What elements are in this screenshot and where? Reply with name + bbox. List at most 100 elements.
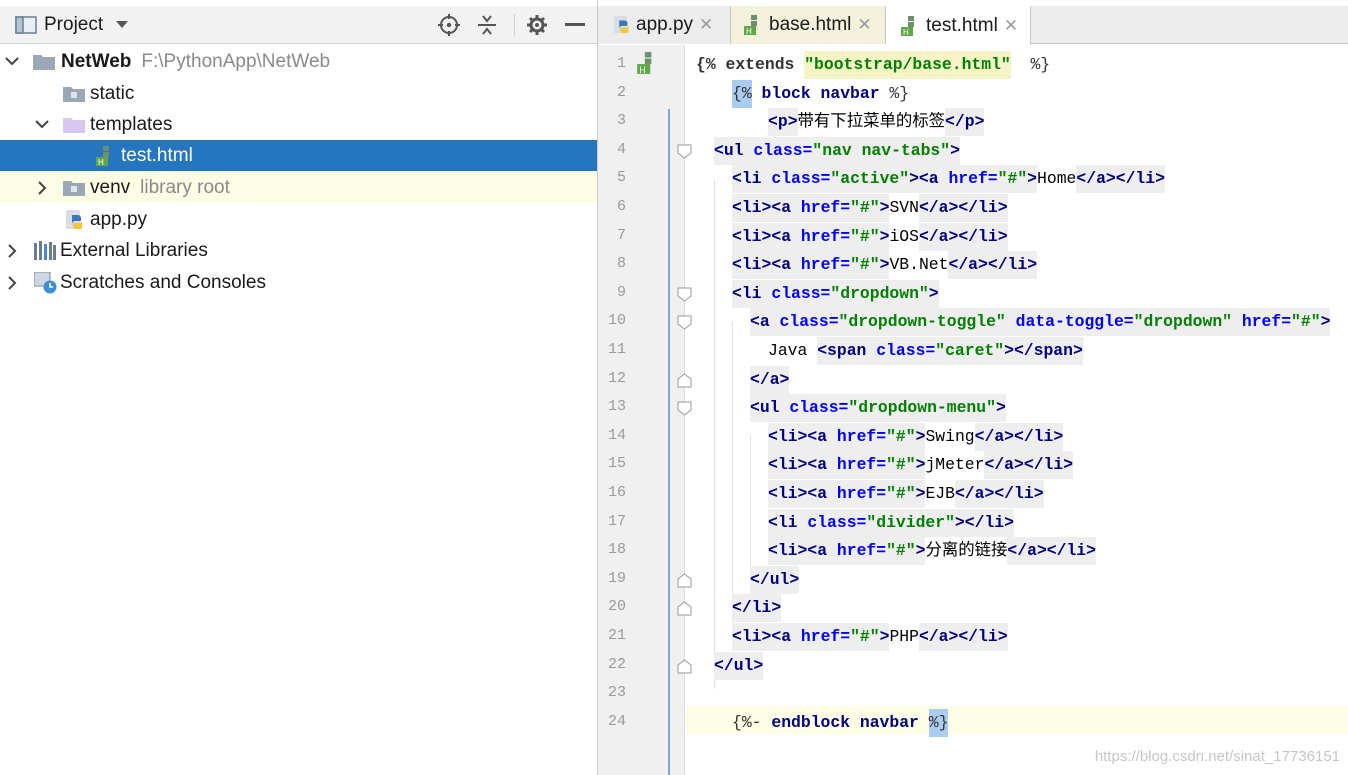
code-token: ></ xyxy=(954,508,985,537)
close-icon[interactable]: ✕ xyxy=(699,15,713,35)
chevron-right-icon[interactable] xyxy=(5,275,19,290)
dropdown-arrow-icon[interactable] xyxy=(112,6,132,44)
code-token: < xyxy=(768,537,778,566)
code-line[interactable]: <ul class="nav nav-tabs"> xyxy=(714,136,960,165)
tree-item-static[interactable]: static xyxy=(0,78,597,109)
code-token: href= xyxy=(827,451,887,480)
tree-item-netweb[interactable]: NetWeb F:\PythonApp\NetWeb xyxy=(0,46,597,77)
code-token: >< xyxy=(797,451,818,480)
code-token: li xyxy=(751,594,772,623)
scratches-icon xyxy=(34,271,58,294)
tab-base-html[interactable]: H base.html ✕ xyxy=(731,6,886,44)
code-line[interactable]: <li><a href="#">SVN</a></li> xyxy=(732,194,1008,222)
code-token: class= xyxy=(797,508,867,537)
code-line[interactable]: <li><a href="#">iOS</a></li> xyxy=(732,222,1008,251)
tree-item-venv[interactable]: venv library root xyxy=(0,172,597,203)
line-number: 12 xyxy=(607,369,626,387)
code-token: a xyxy=(769,365,780,394)
tab-test-html[interactable]: H test.html ✕ xyxy=(886,6,1031,45)
code-line[interactable]: <li><a href="#">分离的链接</a></li> xyxy=(768,537,1096,566)
code-line[interactable]: <li class="active"><a href="#">Home</a><… xyxy=(732,165,1165,194)
project-view-title[interactable]: Project xyxy=(44,6,103,44)
code-token: ></ xyxy=(1004,422,1034,451)
tab-label: test.html xyxy=(926,14,998,36)
code-line[interactable]: {% extends "bootstrap/base.html" %} xyxy=(696,51,1050,79)
code-token: href= xyxy=(791,623,851,651)
python-file-icon xyxy=(64,209,86,231)
tree-item-label: static xyxy=(90,82,135,104)
line-number-gutter[interactable]: H 1 2 3 4 5 6 7 8 9 10 11 12 13 14 15 16 17 18 19 20 21 22 23 2… xyxy=(598,45,692,775)
code-token: class= xyxy=(761,279,831,308)
code-line[interactable]: <li><a href="#">jMeter</a></li> xyxy=(768,451,1074,480)
code-token: href= xyxy=(791,251,851,280)
line-number: 23 xyxy=(607,684,626,702)
code-line[interactable]: </li> xyxy=(732,594,782,623)
code-token: < xyxy=(750,394,760,423)
code-line[interactable]: <li class="dropdown"> xyxy=(732,279,939,308)
code-token: > xyxy=(1063,451,1074,480)
code-line[interactable]: <li><a href="#">Swing</a></li> xyxy=(768,422,1064,451)
code-token: ></ xyxy=(948,623,979,651)
code-line[interactable]: {% block navbar %} xyxy=(732,79,909,108)
code-line[interactable]: </ul> xyxy=(750,565,800,594)
code-line[interactable]: <li class="divider"></li> xyxy=(768,508,1014,537)
tree-item-external-libraries[interactable]: External Libraries xyxy=(0,235,597,266)
tab-label: app.py xyxy=(636,14,694,35)
chevron-right-icon[interactable] xyxy=(35,180,49,195)
line-number: 14 xyxy=(607,426,626,444)
code-area[interactable]: {% extends "bootstrap/base.html" %} {% bl… xyxy=(686,45,1348,775)
code-line[interactable]: <a class="dropdown-toggle" data-toggle="… xyxy=(750,308,1331,337)
code-token: < xyxy=(768,108,778,137)
toolbar-separator xyxy=(514,14,515,36)
code-token: 分离的链接 xyxy=(925,541,1008,561)
code-token: > xyxy=(879,222,890,251)
code-line[interactable]: <li><a href="#">VB.Net</a></li> xyxy=(732,251,1038,280)
code-line[interactable]: </ul> xyxy=(714,651,764,680)
code-token: < xyxy=(768,451,778,480)
line-number: 9 xyxy=(616,283,626,301)
code-token: href= xyxy=(1232,308,1292,337)
code-token: VB.Net xyxy=(889,255,949,275)
close-icon[interactable]: ✕ xyxy=(857,15,871,35)
code-token: class= xyxy=(779,394,849,423)
code-token: "active" xyxy=(830,165,910,194)
hide-panel-icon[interactable] xyxy=(562,6,588,44)
gear-icon[interactable] xyxy=(524,6,550,44)
code-line[interactable]: <p>带有下拉菜单的标签</p> xyxy=(768,108,985,137)
line-number: 22 xyxy=(607,655,626,673)
chevron-down-icon[interactable] xyxy=(5,55,19,69)
code-line[interactable]: Java <span class="caret"></span> xyxy=(768,337,1083,365)
code-line[interactable]: </a> xyxy=(750,365,790,394)
chevron-right-icon[interactable] xyxy=(5,243,19,258)
code-token: ul xyxy=(759,394,780,423)
code-token: > xyxy=(995,394,1006,423)
code-token: li xyxy=(777,451,798,480)
code-token: "dropdown" xyxy=(830,279,929,308)
tree-item-test-html[interactable]: H test.html xyxy=(0,140,597,171)
code-token: href= xyxy=(827,480,887,508)
chevron-down-icon[interactable] xyxy=(35,118,49,132)
line-number: 10 xyxy=(607,312,626,330)
tree-item-label: Scratches and Consoles xyxy=(60,271,266,293)
indent-guide xyxy=(714,179,715,689)
close-icon[interactable]: ✕ xyxy=(1004,16,1018,36)
locate-file-icon[interactable] xyxy=(436,6,462,44)
watermark: https://blog.csdn.net/sinat_17736151 xyxy=(1094,748,1340,765)
folder-icon xyxy=(33,53,55,70)
tab-app-py[interactable]: app.py ✕ xyxy=(598,6,731,44)
code-line[interactable]: <ul class="dropdown-menu"> xyxy=(750,394,1006,423)
line-number: 13 xyxy=(607,398,626,416)
code-token: "#" xyxy=(850,623,880,651)
tree-item-app-py[interactable]: app.py xyxy=(0,204,597,235)
code-token: > xyxy=(879,194,890,222)
code-token: a xyxy=(1096,165,1106,194)
code-line[interactable]: {%- endblock navbar %} xyxy=(732,708,949,737)
collapse-all-icon[interactable] xyxy=(474,6,500,44)
code-token: Swing xyxy=(925,426,975,446)
code-line[interactable]: <li><a href="#">PHP</a></li> xyxy=(732,623,1008,651)
tree-item-scratches[interactable]: Scratches and Consoles xyxy=(0,267,597,298)
code-token: > xyxy=(753,651,764,680)
code-line[interactable]: <li><a href="#">EJB</a></li> xyxy=(768,480,1044,508)
code-token: %} xyxy=(1010,55,1051,74)
tree-item-templates[interactable]: templates xyxy=(0,109,597,140)
